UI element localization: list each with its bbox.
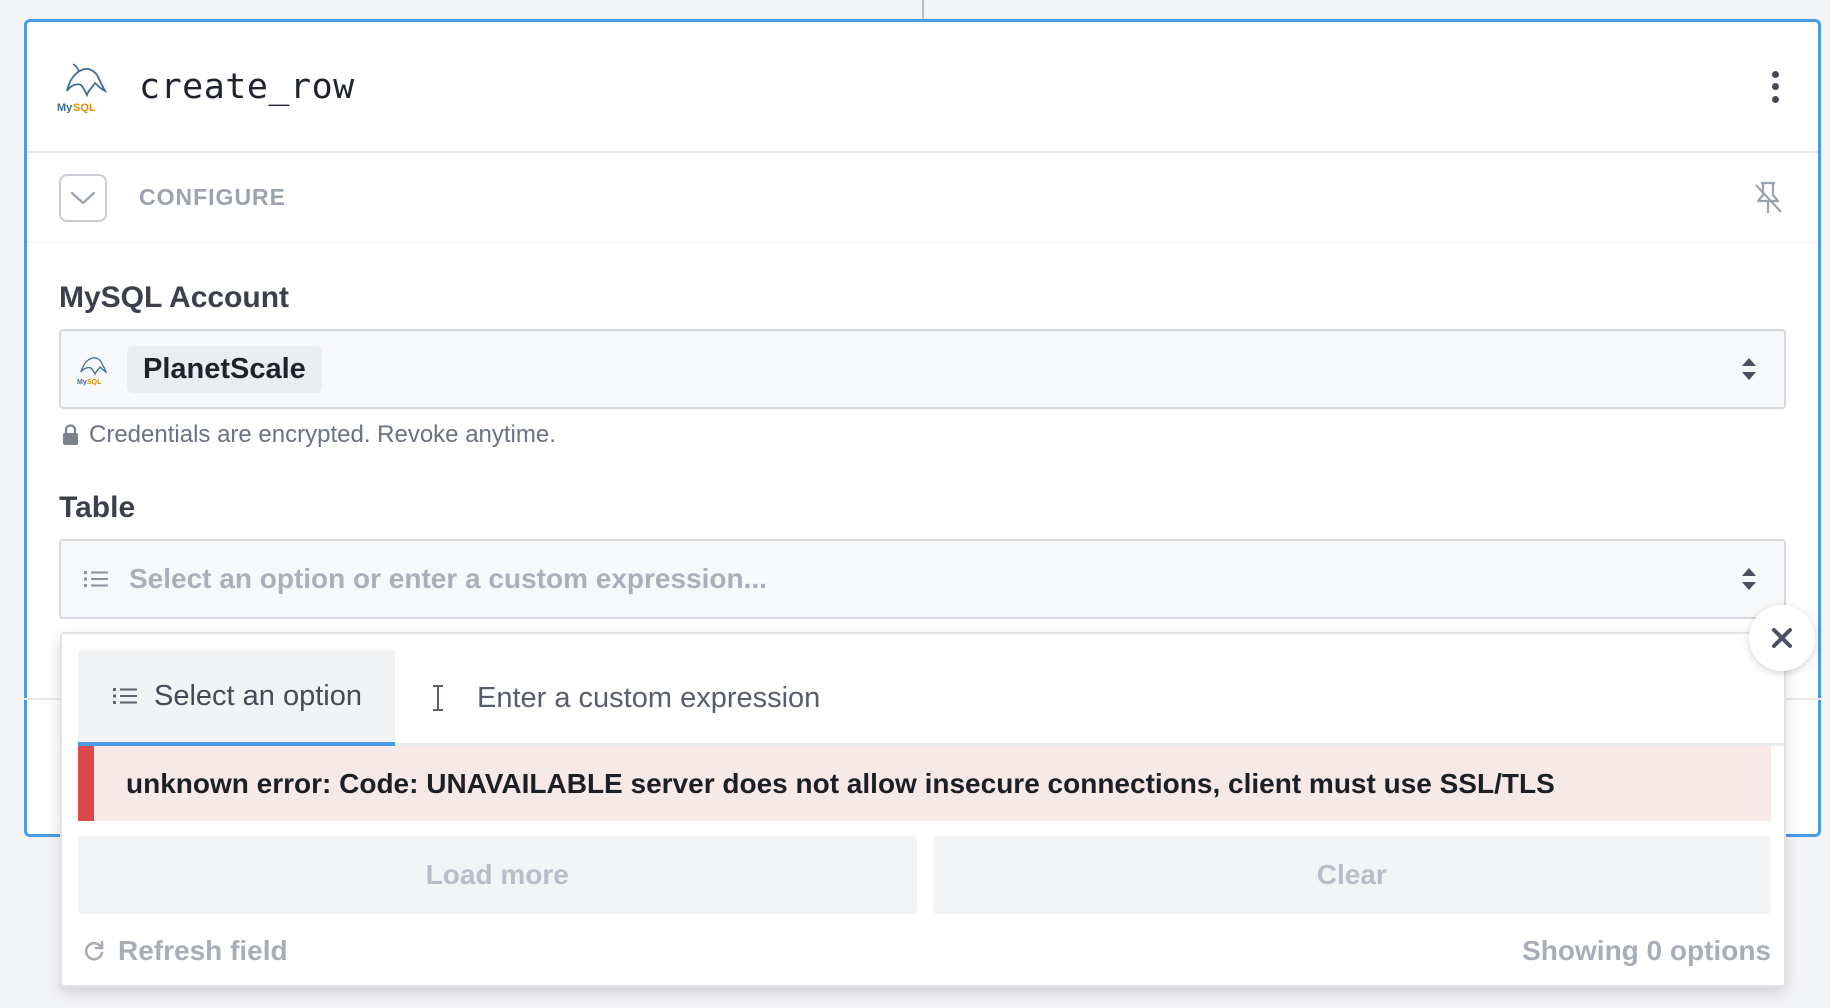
configure-form: MySQL Account My SQL PlanetScale Credent… bbox=[27, 243, 1818, 619]
load-more-button[interactable]: Load more bbox=[78, 836, 917, 914]
svg-text:My: My bbox=[77, 379, 87, 386]
credentials-hint-text: Credentials are encrypted. Revoke anytim… bbox=[89, 421, 556, 448]
tab-select-option-label: Select an option bbox=[154, 679, 362, 712]
svg-text:SQL: SQL bbox=[87, 379, 102, 386]
dropdown-tabs: Select an option Enter a custom expressi… bbox=[78, 650, 1784, 746]
dropdown-actions: Load more Clear bbox=[78, 836, 1771, 914]
collapse-toggle-button[interactable] bbox=[59, 173, 107, 222]
tab-custom-expression[interactable]: Enter a custom expression bbox=[395, 650, 853, 746]
error-banner: unknown error: Code: UNAVAILABLE server … bbox=[78, 746, 1771, 821]
tab-custom-expression-label: Enter a custom expression bbox=[476, 681, 821, 714]
step-title[interactable]: create_row bbox=[139, 67, 355, 107]
mysql-dolphin-icon: My SQL bbox=[57, 62, 108, 113]
list-icon bbox=[113, 688, 137, 704]
table-label: Table bbox=[59, 491, 136, 524]
chevron-down-icon bbox=[70, 191, 96, 204]
sort-updown-icon bbox=[1742, 568, 1756, 590]
selected-account-pill: PlanetScale bbox=[127, 345, 322, 393]
clear-button[interactable]: Clear bbox=[932, 836, 1771, 914]
dropdown-footer: Refresh field Showing 0 options bbox=[78, 916, 1771, 986]
list-icon bbox=[84, 571, 108, 587]
mysql-account-label: MySQL Account bbox=[59, 281, 290, 314]
text-cursor-icon bbox=[432, 685, 443, 711]
table-select[interactable]: Select an option or enter a custom expre… bbox=[59, 539, 1786, 619]
tab-select-option[interactable]: Select an option bbox=[78, 650, 395, 746]
sort-updown-icon bbox=[1742, 358, 1756, 380]
unpin-icon[interactable] bbox=[1751, 179, 1785, 217]
error-message: unknown error: Code: UNAVAILABLE server … bbox=[126, 767, 1555, 799]
lock-icon bbox=[63, 424, 78, 445]
flow-connector-line bbox=[922, 0, 924, 20]
error-accent-bar bbox=[78, 746, 94, 821]
svg-text:SQL: SQL bbox=[73, 102, 96, 113]
refresh-field-button[interactable]: Refresh field bbox=[78, 935, 288, 967]
step-header: My SQL create_row bbox=[27, 22, 1818, 153]
svg-text:My: My bbox=[57, 102, 73, 113]
kebab-menu-icon[interactable] bbox=[1765, 65, 1785, 109]
refresh-icon bbox=[84, 940, 104, 961]
refresh-field-label: Refresh field bbox=[118, 935, 288, 966]
section-label: CONFIGURE bbox=[139, 184, 286, 210]
configure-section-header[interactable]: CONFIGURE bbox=[27, 153, 1818, 243]
table-options-dropdown: Select an option Enter a custom expressi… bbox=[60, 632, 1786, 987]
credentials-hint: Credentials are encrypted. Revoke anytim… bbox=[59, 421, 1786, 449]
mysql-account-select[interactable]: My SQL PlanetScale bbox=[59, 329, 1786, 409]
close-icon bbox=[1772, 628, 1792, 648]
options-count: Showing 0 options bbox=[1522, 935, 1771, 966]
close-dropdown-button[interactable] bbox=[1749, 605, 1815, 671]
table-select-placeholder: Select an option or enter a custom expre… bbox=[129, 563, 767, 594]
mysql-dolphin-icon: My SQL bbox=[77, 357, 108, 386]
